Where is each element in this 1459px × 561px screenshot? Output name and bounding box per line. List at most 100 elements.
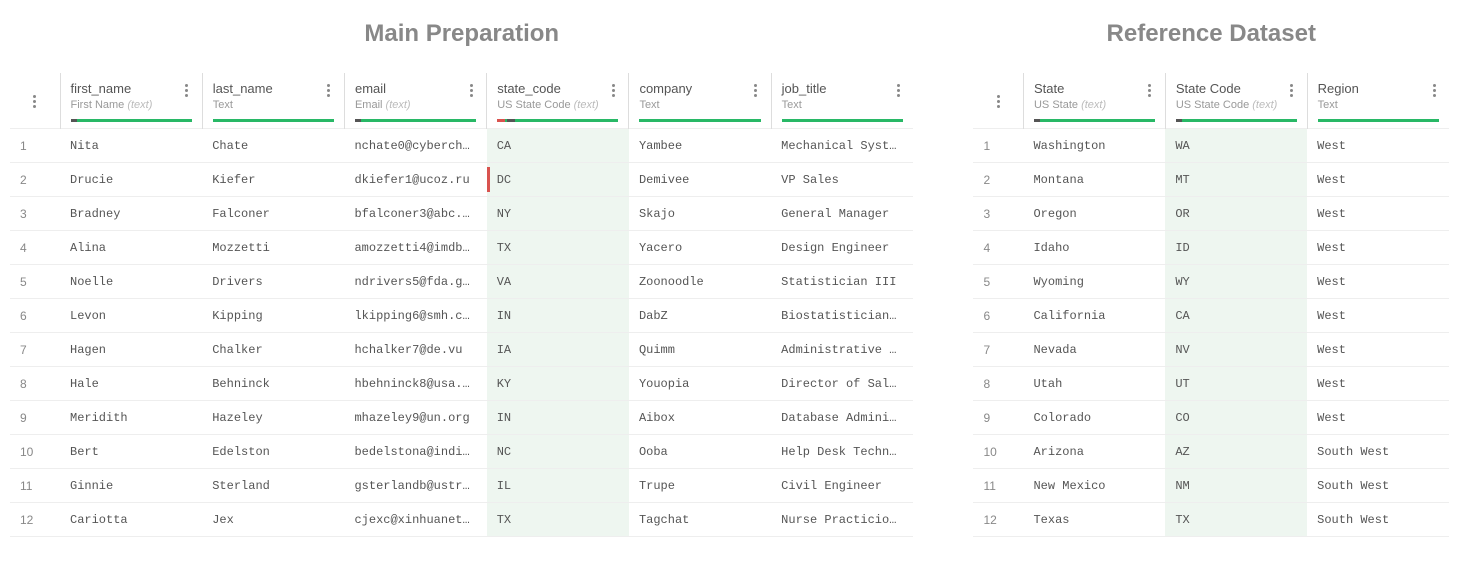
cell[interactable]: Ginnie: [60, 469, 202, 503]
cell[interactable]: South West: [1307, 503, 1449, 537]
cell[interactable]: Administrative Off…: [771, 333, 913, 367]
table-row[interactable]: 11New MexicoNMSouth West: [973, 469, 1449, 503]
cell[interactable]: Tagchat: [629, 503, 771, 537]
cell[interactable]: Drucie: [60, 163, 202, 197]
cell[interactable]: hbehninck8@usa.gov: [344, 367, 486, 401]
cell[interactable]: Nevada: [1023, 333, 1165, 367]
cell[interactable]: Director of Sales: [771, 367, 913, 401]
cell[interactable]: IA: [487, 333, 629, 367]
cell[interactable]: amozzetti4@imdb.com: [344, 231, 486, 265]
cell[interactable]: Mozzetti: [202, 231, 344, 265]
cell[interactable]: Nurse Practicioner: [771, 503, 913, 537]
cell[interactable]: Bradney: [60, 197, 202, 231]
table-row[interactable]: 10ArizonaAZSouth West: [973, 435, 1449, 469]
cell[interactable]: Kiefer: [202, 163, 344, 197]
cell[interactable]: hchalker7@de.vu: [344, 333, 486, 367]
cell[interactable]: Ooba: [629, 435, 771, 469]
cell[interactable]: Alina: [60, 231, 202, 265]
cell[interactable]: UT: [1165, 367, 1307, 401]
cell[interactable]: Washington: [1023, 129, 1165, 163]
column-header[interactable]: RegionText: [1307, 73, 1449, 129]
cell[interactable]: California: [1023, 299, 1165, 333]
cell[interactable]: lkipping6@smh.com.…: [344, 299, 486, 333]
cell[interactable]: Arizona: [1023, 435, 1165, 469]
cell[interactable]: Drivers: [202, 265, 344, 299]
table-row[interactable]: 5NoelleDriversndrivers5@fda.govVAZoonood…: [10, 265, 913, 299]
cell[interactable]: Trupe: [629, 469, 771, 503]
table-row[interactable]: 8UtahUTWest: [973, 367, 1449, 401]
cell[interactable]: NM: [1165, 469, 1307, 503]
cell[interactable]: TX: [487, 231, 629, 265]
cell[interactable]: West: [1307, 333, 1449, 367]
table-row[interactable]: 8HaleBehninckhbehninck8@usa.govKYYouopia…: [10, 367, 913, 401]
cell[interactable]: West: [1307, 265, 1449, 299]
more-vertical-icon[interactable]: [464, 83, 478, 97]
cell[interactable]: Youopia: [629, 367, 771, 401]
cell[interactable]: Cariotta: [60, 503, 202, 537]
cell[interactable]: DabZ: [629, 299, 771, 333]
cell[interactable]: VP Sales: [771, 163, 913, 197]
cell[interactable]: Montana: [1023, 163, 1165, 197]
table-row[interactable]: 3BradneyFalconerbfalconer3@abc.net…NYSka…: [10, 197, 913, 231]
cell[interactable]: Meridith: [60, 401, 202, 435]
cell[interactable]: VA: [487, 265, 629, 299]
more-vertical-icon[interactable]: [28, 95, 42, 109]
column-header[interactable]: last_nameText: [202, 73, 344, 129]
table-row[interactable]: 12CariottaJexcjexc@xinhuanet.comTXTagcha…: [10, 503, 913, 537]
cell[interactable]: MT: [1165, 163, 1307, 197]
table-row[interactable]: 7HagenChalkerhchalker7@de.vuIAQuimmAdmin…: [10, 333, 913, 367]
more-vertical-icon[interactable]: [180, 83, 194, 97]
table-row[interactable]: 1WashingtonWAWest: [973, 129, 1449, 163]
cell[interactable]: cjexc@xinhuanet.com: [344, 503, 486, 537]
table-row[interactable]: 1NitaChatenchate0@cyberchimp…CAYambeeMec…: [10, 129, 913, 163]
cell[interactable]: Bert: [60, 435, 202, 469]
more-vertical-icon[interactable]: [749, 83, 763, 97]
cell[interactable]: Wyoming: [1023, 265, 1165, 299]
cell[interactable]: Civil Engineer: [771, 469, 913, 503]
table-row[interactable]: 6CaliforniaCAWest: [973, 299, 1449, 333]
table-row[interactable]: 6LevonKippinglkipping6@smh.com.…INDabZBi…: [10, 299, 913, 333]
cell[interactable]: ndrivers5@fda.gov: [344, 265, 486, 299]
cell[interactable]: Statistician III: [771, 265, 913, 299]
cell[interactable]: mhazeley9@un.org: [344, 401, 486, 435]
cell[interactable]: Yacero: [629, 231, 771, 265]
more-vertical-icon[interactable]: [322, 83, 336, 97]
cell[interactable]: Hazeley: [202, 401, 344, 435]
cell[interactable]: West: [1307, 367, 1449, 401]
cell[interactable]: CA: [487, 129, 629, 163]
cell[interactable]: DC: [487, 163, 629, 197]
cell[interactable]: Chate: [202, 129, 344, 163]
cell[interactable]: CO: [1165, 401, 1307, 435]
table-row[interactable]: 2DrucieKieferdkiefer1@ucoz.ruDCDemiveeVP…: [10, 163, 913, 197]
cell[interactable]: Nita: [60, 129, 202, 163]
cell[interactable]: Zoonoodle: [629, 265, 771, 299]
cell[interactable]: CA: [1165, 299, 1307, 333]
cell[interactable]: West: [1307, 129, 1449, 163]
cell[interactable]: TX: [487, 503, 629, 537]
cell[interactable]: IN: [487, 401, 629, 435]
cell[interactable]: West: [1307, 231, 1449, 265]
more-vertical-icon[interactable]: [891, 83, 905, 97]
more-vertical-icon[interactable]: [1427, 83, 1441, 97]
cell[interactable]: TX: [1165, 503, 1307, 537]
cell[interactable]: West: [1307, 197, 1449, 231]
column-header[interactable]: companyText: [629, 73, 771, 129]
more-vertical-icon[interactable]: [1285, 83, 1299, 97]
cell[interactable]: Biostatistician III: [771, 299, 913, 333]
cell[interactable]: Behninck: [202, 367, 344, 401]
cell[interactable]: Texas: [1023, 503, 1165, 537]
cell[interactable]: IL: [487, 469, 629, 503]
cell[interactable]: Oregon: [1023, 197, 1165, 231]
cell[interactable]: Help Desk Technici…: [771, 435, 913, 469]
cell[interactable]: Hale: [60, 367, 202, 401]
cell[interactable]: NV: [1165, 333, 1307, 367]
cell[interactable]: WA: [1165, 129, 1307, 163]
cell[interactable]: South West: [1307, 435, 1449, 469]
cell[interactable]: Design Engineer: [771, 231, 913, 265]
cell[interactable]: Hagen: [60, 333, 202, 367]
cell[interactable]: Falconer: [202, 197, 344, 231]
cell[interactable]: West: [1307, 299, 1449, 333]
table-row[interactable]: 9MeridithHazeleymhazeley9@un.orgINAiboxD…: [10, 401, 913, 435]
cell[interactable]: Edelston: [202, 435, 344, 469]
cell[interactable]: ID: [1165, 231, 1307, 265]
